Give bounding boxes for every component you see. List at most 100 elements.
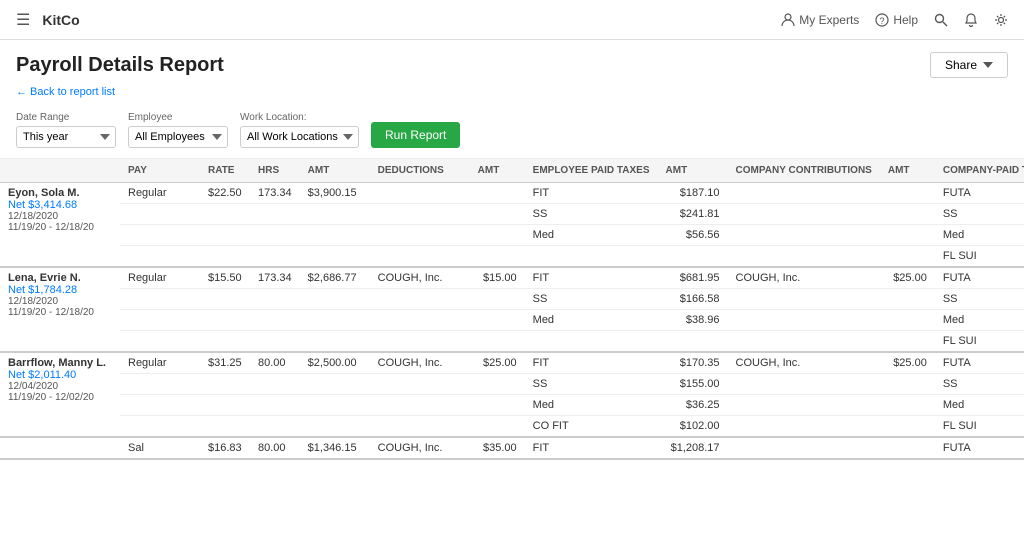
back-link[interactable]: ← Back to report list <box>0 86 1024 106</box>
co-amt-cell <box>880 225 935 246</box>
co-amt-cell: $25.00 <box>880 352 935 374</box>
co-contrib-cell <box>728 246 880 268</box>
co-contrib-cell <box>728 183 880 204</box>
emp-amt-cell <box>658 331 728 353</box>
co-contrib-cell <box>728 331 880 353</box>
emp-tax-cell: Med <box>525 395 658 416</box>
hamburger-icon[interactable]: ☰ <box>16 10 30 30</box>
amt-cell <box>300 225 370 246</box>
date-range-select[interactable]: This year <box>16 126 116 148</box>
co-tax-cell: FL SUI <box>935 416 1024 438</box>
co-amt-cell <box>880 183 935 204</box>
emp-tax-cell: CO FIT <box>525 416 658 438</box>
help-icon: ? <box>875 13 889 27</box>
co-contrib-cell <box>728 310 880 331</box>
rate-cell <box>200 310 250 331</box>
ded-cell <box>370 395 470 416</box>
brand-name: KitCo <box>42 12 79 28</box>
report-table: PAY RATE HRS AMT DEDUCTIONS AMT EMPLOYEE… <box>0 159 1024 460</box>
rate-cell <box>200 331 250 353</box>
hrs-cell <box>250 310 300 331</box>
co-contrib-cell: COUGH, Inc. <box>728 267 880 289</box>
ded-amt-cell <box>470 246 525 268</box>
emp-amt-cell: $36.25 <box>658 395 728 416</box>
employee-net: Net $2,011.40 <box>8 369 112 381</box>
emp-amt-cell: $102.00 <box>658 416 728 438</box>
emp-tax-cell: Med <box>525 225 658 246</box>
table-row: Sal$16.8380.00$1,346.15COUGH, Inc.$35.00… <box>0 437 1024 459</box>
table-row: Eyon, Sola M. Net $3,414.68 12/18/2020 1… <box>0 183 1024 204</box>
employee-select[interactable]: All Employees <box>128 126 228 148</box>
emp-tax-cell: SS <box>525 374 658 395</box>
ded-amt-cell <box>470 395 525 416</box>
col-employee <box>0 159 120 183</box>
work-location-filter: Work Location: All Work Locations <box>240 112 359 148</box>
amt-cell: $2,686.77 <box>300 267 370 289</box>
employee-name: Lena, Evrie N. <box>8 272 112 284</box>
ded-amt-cell <box>470 374 525 395</box>
ded-cell <box>370 246 470 268</box>
run-report-button[interactable]: Run Report <box>371 122 460 148</box>
table-row: Med$36.25Med$36.25 <box>0 395 1024 416</box>
emp-tax-cell: SS <box>525 204 658 225</box>
emp-tax-cell: FIT <box>525 267 658 289</box>
pay-cell <box>120 374 200 395</box>
ded-amt-cell <box>470 204 525 225</box>
employee-info-cell: Barrflow, Manny L. Net $2,011.40 12/04/2… <box>0 352 120 437</box>
employee-name: Barrflow, Manny L. <box>8 357 112 369</box>
my-experts-icon <box>781 13 795 27</box>
employee-date: 12/18/2020 <box>8 296 112 307</box>
ded-cell: COUGH, Inc. <box>370 352 470 374</box>
emp-amt-cell: $56.56 <box>658 225 728 246</box>
rate-cell: $31.25 <box>200 352 250 374</box>
share-button[interactable]: Share <box>930 52 1008 78</box>
amt-cell <box>300 416 370 438</box>
co-tax-cell: FUTA <box>935 437 1024 459</box>
hrs-cell: 173.34 <box>250 267 300 289</box>
settings-icon[interactable] <box>994 13 1008 27</box>
col-amt4: AMT <box>880 159 935 183</box>
ded-cell <box>370 416 470 438</box>
co-contrib-cell <box>728 204 880 225</box>
rate-cell <box>200 204 250 225</box>
pay-cell <box>120 395 200 416</box>
employee-name: Eyon, Sola M. <box>8 187 112 199</box>
col-amt1: AMT <box>300 159 370 183</box>
hrs-cell: 80.00 <box>250 437 300 459</box>
notification-icon[interactable] <box>964 13 978 27</box>
pay-cell: Sal <box>120 437 200 459</box>
pay-cell <box>120 204 200 225</box>
emp-tax-cell: FIT <box>525 437 658 459</box>
pay-cell: Regular <box>120 352 200 374</box>
co-contrib-cell <box>728 225 880 246</box>
emp-amt-cell: $187.10 <box>658 183 728 204</box>
table-row: CO FIT$102.00FL SUI$0.00 <box>0 416 1024 438</box>
date-range-label: Date Range <box>16 112 116 123</box>
work-location-select[interactable]: All Work Locations <box>240 126 359 148</box>
emp-amt-cell: $170.35 <box>658 352 728 374</box>
rate-cell <box>200 246 250 268</box>
co-contrib-cell <box>728 395 880 416</box>
ded-amt-cell: $25.00 <box>470 352 525 374</box>
co-tax-cell: Med <box>935 225 1024 246</box>
co-tax-cell: SS <box>935 204 1024 225</box>
co-contrib-cell: COUGH, Inc. <box>728 352 880 374</box>
emp-amt-cell: $681.95 <box>658 267 728 289</box>
employee-date: 12/04/2020 <box>8 381 112 392</box>
table-body: Eyon, Sola M. Net $3,414.68 12/18/2020 1… <box>0 183 1024 460</box>
chevron-down-icon <box>983 62 993 68</box>
col-deductions: DEDUCTIONS <box>370 159 470 183</box>
co-tax-cell: SS <box>935 374 1024 395</box>
co-amt-cell <box>880 246 935 268</box>
rate-cell: $16.83 <box>200 437 250 459</box>
table-row: FL SUI$145.09 <box>0 331 1024 353</box>
ded-amt-cell <box>470 310 525 331</box>
top-nav: ☰ KitCo My Experts ? Help <box>0 0 1024 40</box>
table-row: Med$56.56Med$56.55 <box>0 225 1024 246</box>
employee-info: Eyon, Sola M. Net $3,414.68 12/18/2020 1… <box>8 187 112 233</box>
my-experts-link[interactable]: My Experts <box>781 13 859 27</box>
co-amt-cell <box>880 204 935 225</box>
search-icon[interactable] <box>934 13 948 27</box>
help-link[interactable]: ? Help <box>875 13 918 27</box>
rate-cell <box>200 289 250 310</box>
